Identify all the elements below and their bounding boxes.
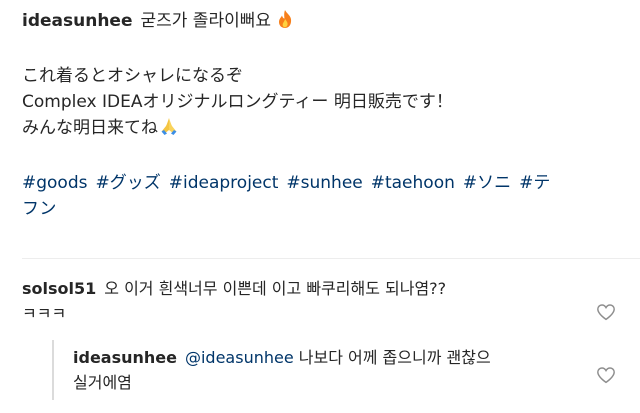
reply-username[interactable]: ideasunhee bbox=[73, 348, 177, 367]
caption-line-3: Complex IDEAオリジナルロングティー 明日販売です！ bbox=[22, 92, 453, 112]
comment-item: solsol51 오 이거 흰색너무 이쁜데 이고 빠쿠리해도 되나염?? ㅋㅋㅋ bbox=[22, 276, 582, 326]
hashtag-tehun-wrap[interactable]: フン bbox=[22, 199, 56, 219]
post-caption: ideasunhee 굳즈가 졸라이뻐요 これ着るとオシャレになるぞ Comple… bbox=[22, 8, 622, 222]
hashtag-tehun[interactable]: #テ bbox=[519, 173, 550, 193]
hashtag-ideaproject[interactable]: #ideaproject bbox=[169, 173, 279, 193]
reply-item: ideasunhee @ideasunhee 나보다 어께 좁으니까 괜찮으 실거… bbox=[73, 345, 578, 395]
hashtag-sunhee[interactable]: #sunhee bbox=[286, 173, 362, 193]
hashtag-taehoon[interactable]: #taehoon bbox=[371, 173, 455, 193]
heart-outline-icon[interactable] bbox=[596, 366, 616, 384]
hashtag-guzzu[interactable]: #グッズ bbox=[96, 173, 161, 193]
fire-emoji-icon bbox=[276, 9, 294, 37]
caption-line-2: これ着るとオシャレになるぞ bbox=[22, 66, 243, 86]
reply-mention[interactable]: @ideasunhee bbox=[185, 348, 294, 367]
post-username[interactable]: ideasunhee bbox=[22, 11, 132, 31]
reply-thread-line bbox=[52, 340, 54, 400]
reply-text-wrap: 실거에염 bbox=[73, 373, 132, 392]
comment-text: 오 이거 흰색너무 이쁜데 이고 빠쿠리해도 되나염?? bbox=[104, 279, 447, 298]
caption-line-4: みんな明日来てね bbox=[22, 118, 158, 138]
hashtag-soni[interactable]: #ソニ bbox=[463, 173, 511, 193]
caption-line-1: 굳즈가 졸라이뻐요 bbox=[140, 11, 272, 31]
folded-hands-emoji-icon bbox=[158, 116, 180, 144]
reply-text: 나보다 어께 좁으니까 괜찮으 bbox=[298, 348, 491, 367]
comment-username[interactable]: solsol51 bbox=[22, 279, 96, 298]
hashtag-goods[interactable]: #goods bbox=[22, 173, 88, 193]
divider bbox=[22, 258, 640, 259]
heart-outline-icon[interactable] bbox=[596, 303, 616, 321]
comment-text-wrap: ㅋㅋㅋ bbox=[22, 304, 67, 323]
